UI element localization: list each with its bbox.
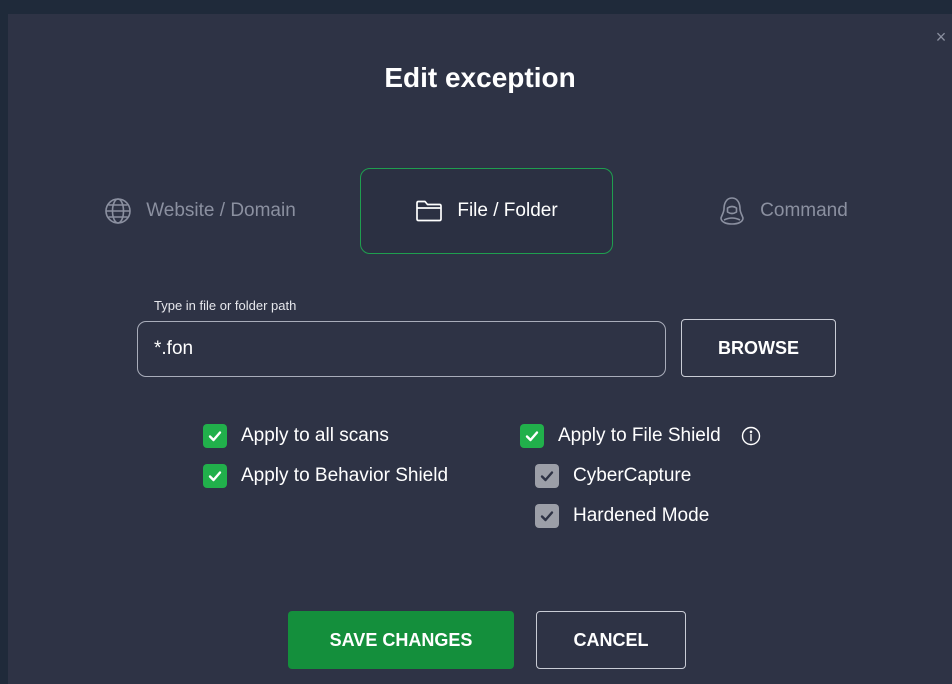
- apply-file-shield-checkbox[interactable]: Apply to File Shield: [520, 424, 761, 448]
- apply-all-scans-label: Apply to all scans: [241, 425, 389, 446]
- save-changes-button[interactable]: SAVE CHANGES: [288, 611, 514, 669]
- hardened-mode-checkbox[interactable]: Hardened Mode: [535, 504, 709, 528]
- hardened-mode-label: Hardened Mode: [573, 505, 710, 526]
- path-input[interactable]: [137, 321, 666, 377]
- cybercapture-label: CyberCapture: [573, 465, 692, 486]
- checkmark-icon: [208, 431, 222, 442]
- checkbox-checked[interactable]: [520, 424, 544, 448]
- tab-website-domain-label: Website / Domain: [146, 200, 296, 221]
- dialog-title: Edit exception: [384, 62, 576, 93]
- edit-exception-dialog: × Edit exception Website / Domain File /…: [8, 14, 952, 684]
- globe-icon: [105, 198, 131, 224]
- checkbox-checked-disabled[interactable]: [535, 464, 559, 488]
- checkbox-checked-disabled[interactable]: [535, 504, 559, 528]
- cancel-button[interactable]: CANCEL: [536, 611, 686, 669]
- tab-website-domain[interactable]: Website / Domain: [80, 168, 320, 254]
- hacker-icon: [720, 197, 744, 225]
- checkmark-icon: [540, 471, 554, 482]
- exception-type-tabs: Website / Domain File / Folder Command: [8, 168, 952, 256]
- checkbox-checked[interactable]: [203, 464, 227, 488]
- apply-all-scans-checkbox[interactable]: Apply to all scans: [203, 424, 389, 448]
- path-field-label: Type in file or folder path: [154, 298, 297, 313]
- tab-file-folder[interactable]: File / Folder: [360, 168, 613, 254]
- folder-icon: [416, 200, 443, 222]
- checkbox-checked[interactable]: [203, 424, 227, 448]
- tab-command[interactable]: Command: [688, 168, 878, 254]
- info-icon[interactable]: [741, 426, 761, 446]
- tab-command-label: Command: [760, 200, 848, 221]
- browse-button[interactable]: BROWSE: [681, 319, 836, 377]
- tab-file-folder-label: File / Folder: [457, 200, 558, 221]
- cybercapture-checkbox[interactable]: CyberCapture: [535, 464, 691, 488]
- apply-behavior-shield-checkbox[interactable]: Apply to Behavior Shield: [203, 464, 448, 488]
- checkmark-icon: [540, 511, 554, 522]
- apply-behavior-shield-label: Apply to Behavior Shield: [241, 465, 449, 486]
- checkmark-icon: [208, 471, 222, 482]
- checkmark-icon: [525, 431, 539, 442]
- apply-file-shield-label: Apply to File Shield: [558, 425, 721, 446]
- close-icon[interactable]: ×: [932, 28, 950, 46]
